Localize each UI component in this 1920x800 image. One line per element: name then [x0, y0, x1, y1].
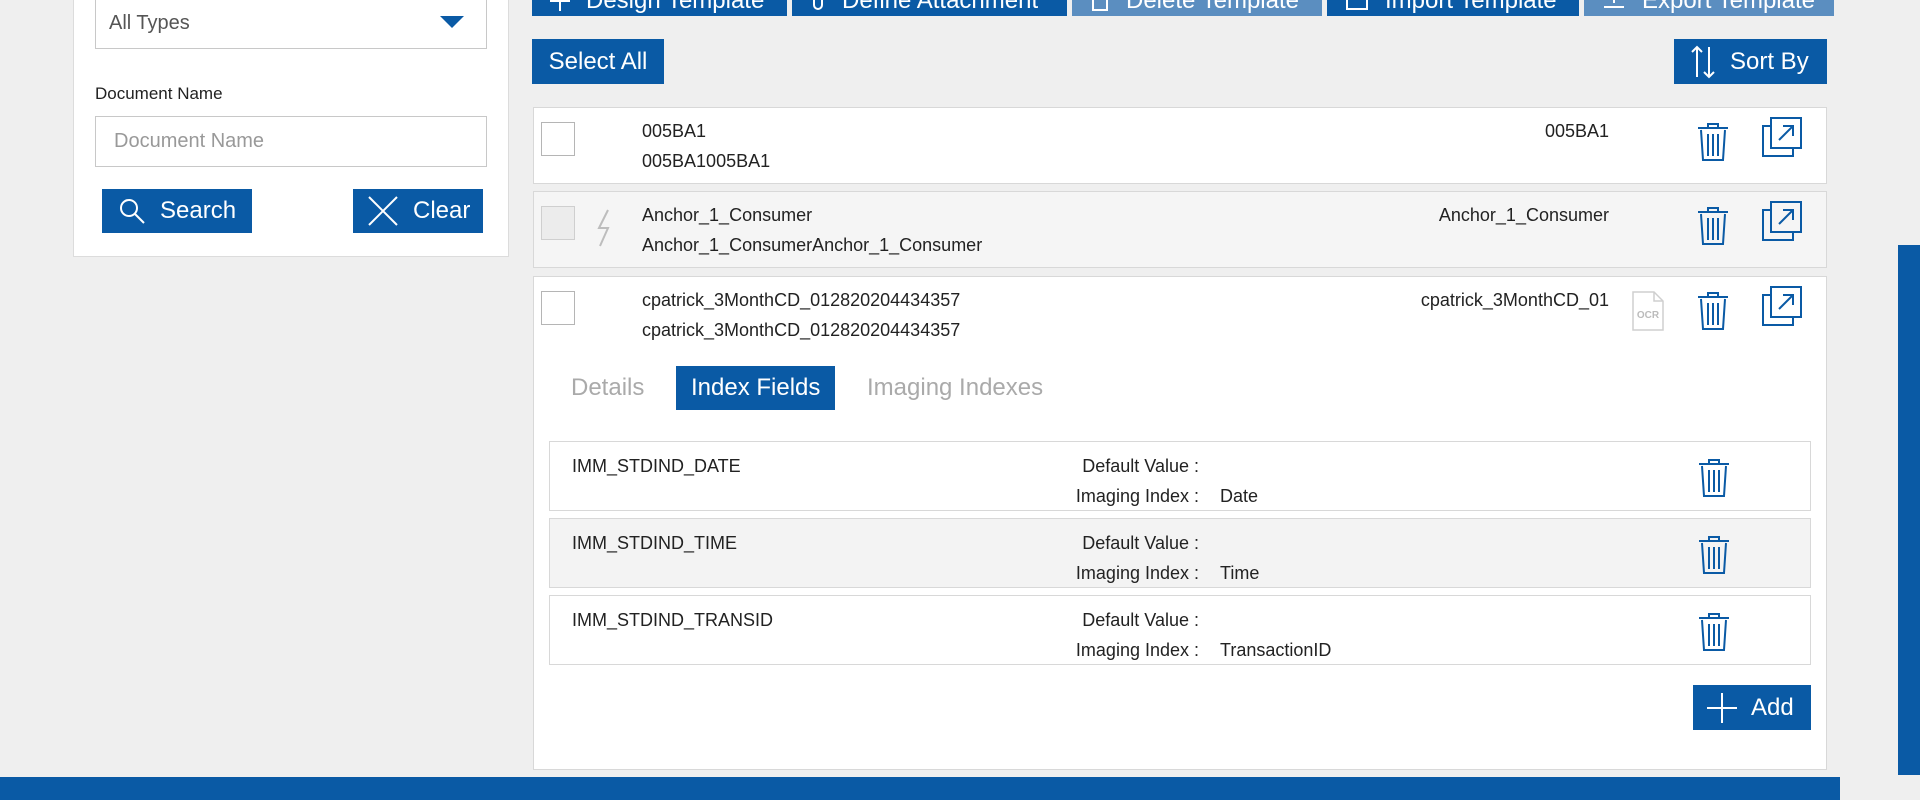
- index-field-row[interactable]: IMM_STDIND_DATE Default Value : Imaging …: [549, 441, 1811, 511]
- import-icon: [1346, 0, 1368, 10]
- tab-imaging-indexes[interactable]: Imaging Indexes: [867, 366, 1043, 410]
- add-button-label: Add: [1751, 693, 1794, 721]
- index-field-name: IMM_STDIND_TIME: [572, 533, 738, 553]
- imaging-index-value: Date: [1220, 486, 1259, 506]
- template-description: cpatrick_3MonthCD_012820204434357: [642, 320, 961, 340]
- sort-by-button[interactable]: Sort By: [1674, 39, 1827, 84]
- svg-text:OCR: OCR: [1637, 310, 1660, 321]
- index-field-name: IMM_STDIND_DATE: [572, 456, 741, 476]
- template-short-name: cpatrick_3MonthCD_01: [1420, 290, 1609, 310]
- close-icon: [368, 196, 398, 226]
- trash-icon[interactable]: [1697, 458, 1731, 498]
- search-icon: [120, 199, 145, 224]
- sort-by-label: Sort By: [1730, 47, 1809, 75]
- imaging-index-value: Time: [1220, 563, 1260, 583]
- row-checkbox[interactable]: [541, 122, 575, 156]
- footer-bar: [0, 777, 1840, 800]
- template-name: cpatrick_3MonthCD_012820204434357: [642, 290, 961, 310]
- lightning-icon: [597, 209, 610, 247]
- open-external-icon[interactable]: [1761, 285, 1803, 327]
- ocr-document-icon[interactable]: OCR: [1632, 291, 1664, 331]
- template-name: 005BA1: [642, 121, 707, 141]
- default-value-label: Default Value :: [1082, 610, 1199, 630]
- imaging-index-label: Imaging Index :: [1075, 640, 1199, 660]
- tab-index-fields[interactable]: Index Fields: [676, 366, 836, 410]
- import-template-button[interactable]: Import Template: [1327, 0, 1579, 16]
- template-short-name: 005BA1: [1544, 121, 1609, 141]
- define-attachment-button[interactable]: Define Attachment: [792, 0, 1067, 16]
- open-external-icon[interactable]: [1761, 200, 1803, 242]
- document-name-input[interactable]: [95, 116, 487, 167]
- chevron-down-icon[interactable]: [440, 16, 464, 28]
- trash-icon[interactable]: [1696, 291, 1730, 331]
- row-checkbox[interactable]: [541, 291, 575, 325]
- add-field-button[interactable]: Add: [1693, 685, 1811, 730]
- sort-icon: [1691, 45, 1715, 78]
- template-short-name: Anchor_1_Consumer: [1438, 205, 1609, 225]
- clear-button-label: Clear: [413, 197, 471, 224]
- trash-icon[interactable]: [1697, 612, 1731, 652]
- export-icon: [1604, 0, 1624, 8]
- plus-icon: [1707, 692, 1737, 723]
- default-value-label: Default Value :: [1082, 533, 1199, 553]
- row-checkbox[interactable]: [541, 206, 575, 240]
- default-value-label: Default Value :: [1082, 456, 1199, 476]
- imaging-index-label: Imaging Index :: [1075, 486, 1199, 506]
- tab-details[interactable]: Details: [571, 366, 644, 410]
- filter-panel: All Types Document Name Search Clear: [73, 0, 509, 257]
- template-description: 005BA1005BA1: [642, 151, 771, 171]
- template-row[interactable]: Anchor_1_Consumer Anchor_1_ConsumerAncho…: [533, 191, 1827, 268]
- paperclip-icon: [813, 0, 823, 10]
- search-button[interactable]: Search: [102, 189, 252, 233]
- document-name-label: Document Name: [95, 84, 223, 103]
- export-template-button[interactable]: Export Template: [1584, 0, 1834, 16]
- imaging-index-label: Imaging Index :: [1075, 563, 1199, 583]
- index-field-name: IMM_STDIND_TRANSID: [572, 610, 774, 630]
- plus-icon: [550, 0, 570, 11]
- delete-template-button[interactable]: Delete Template: [1072, 0, 1322, 16]
- template-row[interactable]: 005BA1 005BA1005BA1 005BA1: [533, 107, 1827, 184]
- trash-icon[interactable]: [1697, 535, 1731, 575]
- clear-button[interactable]: Clear: [353, 189, 483, 233]
- template-row-expanded[interactable]: cpatrick_3MonthCD_012820204434357 cpatri…: [533, 276, 1827, 770]
- open-external-icon[interactable]: [1761, 116, 1803, 158]
- trash-icon: [1092, 0, 1108, 11]
- trash-icon[interactable]: [1696, 122, 1730, 162]
- template-name: Anchor_1_Consumer: [642, 205, 813, 225]
- index-field-row[interactable]: IMM_STDIND_TRANSID Default Value : Imagi…: [549, 595, 1811, 665]
- select-all-button[interactable]: Select All: [532, 39, 664, 84]
- type-select-value: All Types: [109, 12, 190, 34]
- design-template-button[interactable]: Design Template: [532, 0, 787, 16]
- search-button-label: Search: [160, 197, 237, 224]
- template-description: Anchor_1_ConsumerAnchor_1_Consumer: [642, 235, 983, 255]
- trash-icon[interactable]: [1696, 206, 1730, 246]
- imaging-index-value: TransactionID: [1220, 640, 1332, 660]
- type-select[interactable]: All Types: [95, 0, 487, 49]
- scrollbar[interactable]: [1898, 245, 1920, 775]
- index-field-row[interactable]: IMM_STDIND_TIME Default Value : Imaging …: [549, 518, 1811, 588]
